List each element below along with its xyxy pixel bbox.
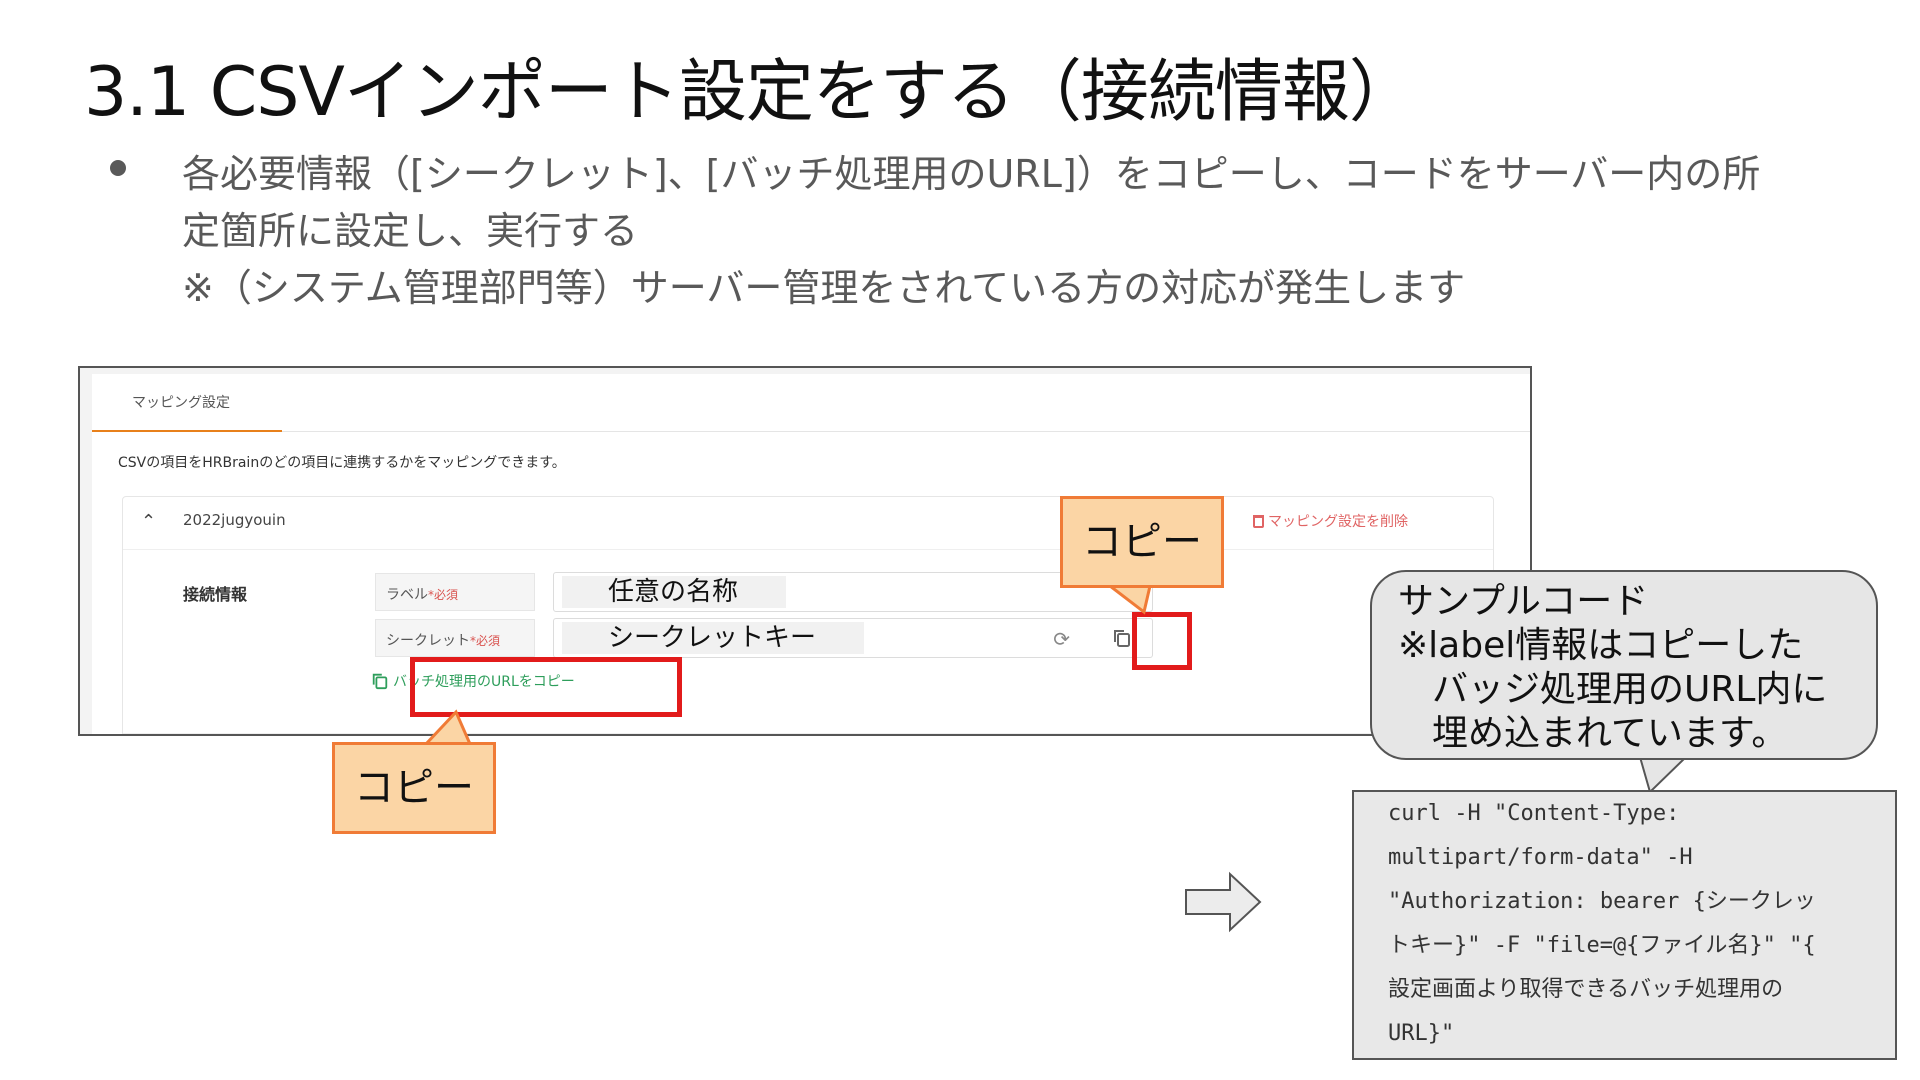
speech-pointer bbox=[1638, 756, 1689, 794]
copy-callout-bottom: コピー bbox=[332, 742, 496, 834]
code-line: URL}" bbox=[1388, 1021, 1455, 1046]
bubble-note-3: 埋め込まれています。 bbox=[1432, 713, 1788, 754]
right-arrow-icon bbox=[1185, 871, 1262, 933]
code-line: トキー}" -F "file=@{ファイル名}" "{ bbox=[1388, 933, 1816, 958]
copy-callout-top: コピー bbox=[1060, 496, 1224, 588]
code-line: curl -H "Content-Type: bbox=[1388, 801, 1680, 826]
top-callout-pointer bbox=[1105, 584, 1152, 615]
sample-code-bubble: サンプルコード ※label情報はコピーした バッジ処理用のURL内に 埋め込ま… bbox=[1370, 570, 1878, 760]
bubble-title: サンプルコード bbox=[1398, 581, 1649, 622]
bottom-callout-pointer bbox=[422, 709, 473, 746]
bubble-note-1: ※label情報はコピーした bbox=[1398, 625, 1804, 666]
code-line: 設定画面より取得できるバッチ処理用の bbox=[1388, 977, 1784, 1002]
code-line: multipart/form-data" -H bbox=[1388, 845, 1693, 870]
sample-code-block: curl -H "Content-Type: multipart/form-da… bbox=[1352, 790, 1897, 1060]
code-line: "Authorization: bearer {シークレッ bbox=[1388, 889, 1816, 914]
bubble-note-2: バッジ処理用のURL内に bbox=[1432, 669, 1828, 710]
